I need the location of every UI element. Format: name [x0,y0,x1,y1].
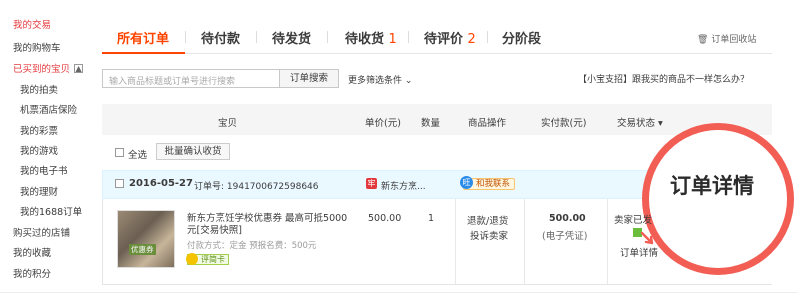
tab-label: 分阶段 [502,32,542,47]
sidebar-item-bought-label: 已买到的宝贝 [13,64,71,75]
pointer-arrow-icon [640,231,654,245]
tab-pending-receipt[interactable]: 待收货 1 [345,28,397,47]
sidebar-item-games[interactable]: 我的游戏 [20,143,58,157]
help-tip-link[interactable]: 【小宝支招】跟我买的商品不一样怎么办？ [578,72,749,85]
paid-amount: 500.00 [549,213,586,224]
trash-icon: 🗑 [697,35,709,45]
tab-label: 待发货 [272,32,312,47]
sidebar: 我的交易 我的购物车 已买到的宝贝 ▲ 我的拍卖 机票酒店保险 我的彩票 我的游戏… [0,0,100,298]
quantity: 1 [428,213,435,224]
sidebar-item-ebooks[interactable]: 我的电子书 [20,163,68,177]
tab-count: 2 [467,32,476,47]
tab-pending-payment[interactable]: 待付款 [201,28,240,47]
tab-count: 1 [388,32,397,47]
thumbnail-label: 优惠券 [129,244,156,255]
recycle-bin-label: 订单回收站 [711,35,757,45]
column-header-paid: 实付款(元) [541,118,587,129]
wangwang-icon[interactable]: 旺 [460,176,473,189]
tab-label: 待付款 [201,32,241,47]
order-checkbox[interactable] [115,179,124,188]
order-search-button[interactable]: 订单搜索 [279,69,339,88]
column-header-actions: 商品操作 [468,118,507,129]
unit-price: 500.00 [368,213,402,224]
sidebar-item-cart[interactable]: 我的购物车 [13,40,61,54]
order-search-input[interactable]: 输入商品标题或订单号进行搜索 [102,69,280,88]
zoom-callout-label: 订单详情 [670,174,754,198]
batch-confirm-button[interactable]: 批量确认收货 [156,143,230,160]
order-number: 订单号: 1941700672598646 [194,182,319,192]
active-tab-indicator [102,52,185,54]
tab-all-orders[interactable]: 所有订单 [117,28,169,47]
payment-meta: 付款方式：定金 预报名费：500元 [187,241,317,251]
order-detail-link[interactable]: 订单详情 [620,245,658,259]
sidebar-item-finance[interactable]: 我的理财 [20,184,58,198]
sidebar-item-travel[interactable]: 机票酒店保险 [20,102,77,116]
recycle-bin-link[interactable]: 🗑 订单回收站 [697,32,756,45]
sidebar-item-favorites[interactable]: 我的收藏 [13,245,51,259]
order-date: 2016-05-27 [129,178,193,189]
tab-installments[interactable]: 分阶段 [502,28,541,47]
sidebar-item-auction[interactable]: 我的拍卖 [20,82,58,96]
column-header-price: 单价(元) [365,118,401,129]
tab-label: 待收货 [345,32,385,47]
tab-label: 所有订单 [117,32,170,47]
tab-pending-shipment[interactable]: 待发货 [272,28,311,47]
sidebar-item-points[interactable]: 我的积分 [13,266,51,280]
more-filters-link[interactable]: 更多筛选条件 ⌄ [348,73,412,86]
product-title-link[interactable]: 新东方烹饪学校优惠券 最高可抵5000元[交易快照] [187,213,355,237]
select-all-checkbox[interactable] [115,148,124,157]
trade-status: 卖家已发 [614,215,653,226]
column-header-quantity: 数量 [421,118,441,129]
collapse-icon[interactable]: ▲ [74,64,84,73]
sidebar-item-lottery[interactable]: 我的彩票 [20,123,58,137]
badge-icon [186,253,198,265]
sidebar-item-bought[interactable]: 已买到的宝贝 ▲ [13,61,84,75]
shop-icon: 牢 [366,178,377,189]
product-thumbnail[interactable] [117,210,175,268]
tab-pending-review[interactable]: 待评价 2 [424,28,476,47]
paid-note: (电子凭证) [542,231,588,242]
tab-label: 待评价 [424,32,464,47]
complain-link[interactable]: 投诉卖家 [470,228,508,242]
sidebar-item-my-trades[interactable]: 我的交易 [13,17,51,31]
shop-name-link[interactable]: 新东方烹... [381,179,426,192]
select-all-label: 全选 [128,150,148,161]
refund-link[interactable]: 退款/退货 [467,213,508,227]
sidebar-item-1688[interactable]: 我的1688订单 [20,204,82,218]
sidebar-item-shops[interactable]: 购买过的店铺 [13,225,70,239]
order-page: 我的交易 我的购物车 已买到的宝贝 ▲ 我的拍卖 机票酒店保险 我的彩票 我的游戏… [0,0,798,298]
column-header-status[interactable]: 交易状态 ▾ [617,115,663,129]
column-header-item: 宝贝 [218,118,238,129]
